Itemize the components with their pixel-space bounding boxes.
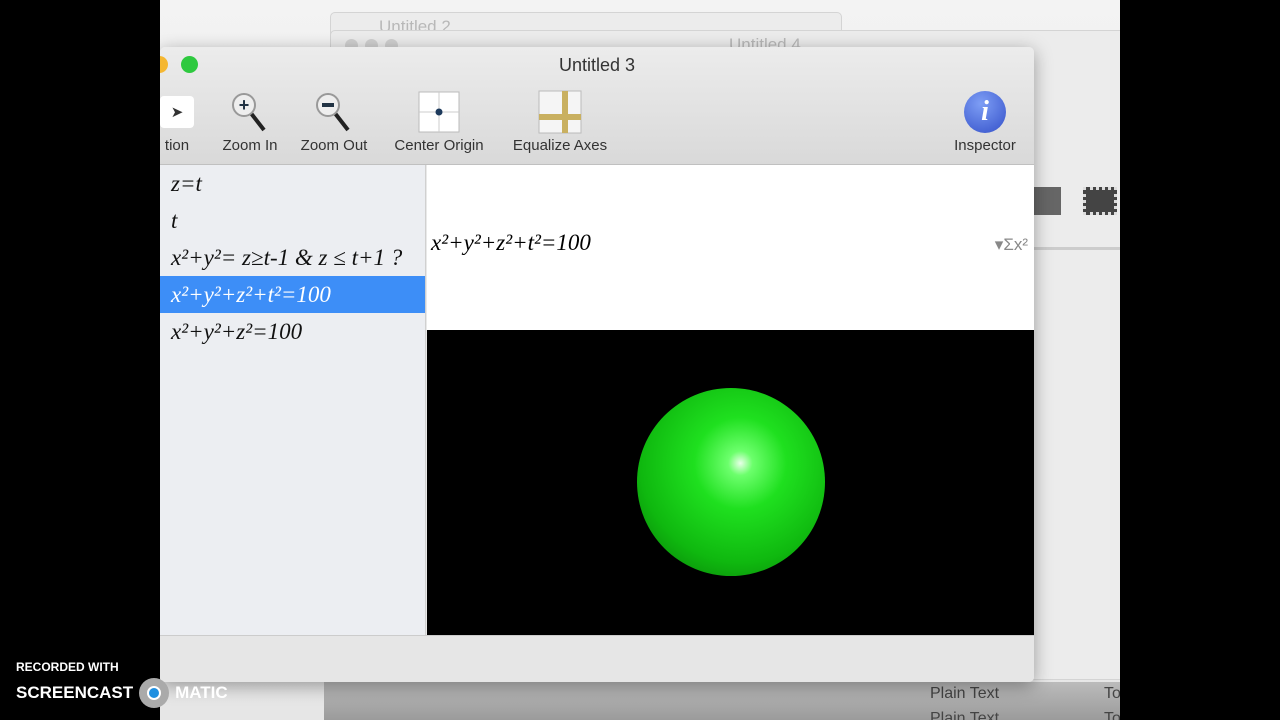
film-icon[interactable] (1083, 187, 1117, 215)
color-swatch[interactable] (1031, 187, 1061, 215)
zoom-in-icon: + (232, 93, 266, 132)
zoom-in-button[interactable]: + Zoom In (216, 87, 284, 154)
math-palette-icon[interactable]: ▾Σx² (995, 235, 1028, 255)
center-origin-icon (418, 91, 460, 133)
equation-item[interactable]: x²+y²+z²=100 (160, 313, 425, 350)
zoom-out-icon (316, 93, 350, 132)
title-bar: Untitled 3 ➤ tion + Zoom In Zoom Out Cen… (160, 47, 1034, 165)
selection-tool-button[interactable]: ➤ tion (160, 87, 202, 154)
equation-item[interactable]: x²+y²= z≥t-1 & z ≤ t+1 ? (160, 239, 425, 276)
equalize-axes-icon (538, 90, 582, 134)
equation-list: z=t t x²+y²= z≥t-1 & z ≤ t+1 ? x²+y²+z²+… (160, 165, 426, 635)
equation-item[interactable]: z=t (160, 165, 425, 202)
desktop: Untitled 2 Untitled 4 Plain Text Plain T… (160, 0, 1120, 720)
equation-editor[interactable]: x²+y²+z²+t²=100 ▾Σx² (427, 165, 1034, 330)
equalize-axes-button[interactable]: Equalize Axes (504, 87, 616, 154)
background-list: Plain Text Plain Text To To (324, 682, 1120, 720)
window-title: Untitled 3 (558, 55, 636, 75)
equation-text[interactable]: x²+y²+z²+t²=100 (431, 230, 591, 256)
pointer-icon: ➤ (160, 96, 194, 128)
main-window: Untitled 3 ➤ tion + Zoom In Zoom Out Cen… (160, 47, 1034, 682)
status-bar (160, 635, 1034, 682)
sphere-surface (637, 388, 825, 576)
inspector-button[interactable]: i Inspector (944, 87, 1026, 154)
equation-item[interactable]: t (160, 202, 425, 239)
watermark: RECORDED WITH SCREENCAST MATIC (16, 660, 228, 708)
equation-item-selected[interactable]: x²+y²+z²+t²=100 (160, 276, 425, 313)
info-icon: i (964, 91, 1006, 133)
svg-text:+: + (239, 95, 250, 115)
zoom-out-button[interactable]: Zoom Out (294, 87, 374, 154)
screencast-logo-icon (139, 678, 170, 708)
center-origin-button[interactable]: Center Origin (384, 87, 494, 154)
graph-canvas[interactable] (427, 330, 1034, 635)
